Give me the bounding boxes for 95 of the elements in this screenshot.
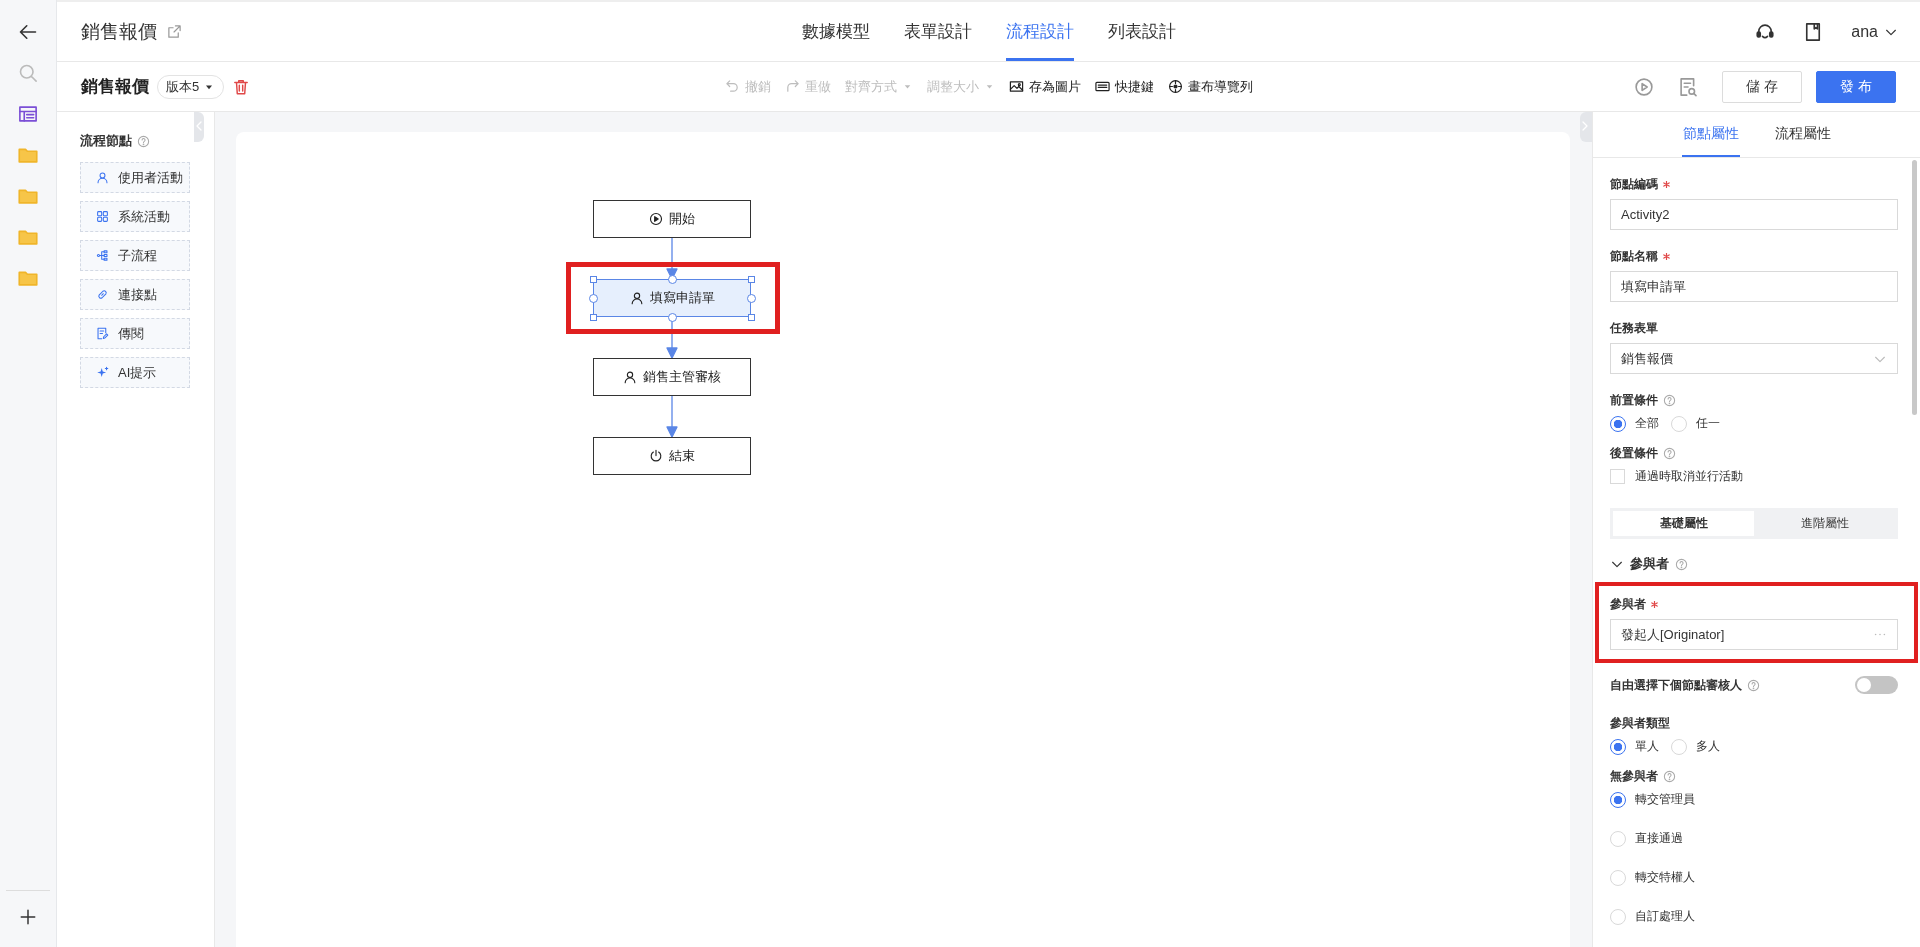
app-title: 銷售報價 <box>81 19 157 44</box>
user-name: ana <box>1851 22 1878 41</box>
flow-node[interactable]: 開始 <box>593 200 751 238</box>
picker-field[interactable]: 發起人[Originator] <box>1610 619 1898 650</box>
radio-option[interactable]: 直接通過 <box>1610 830 1898 847</box>
palette-item[interactable]: 系統活動 <box>80 201 190 232</box>
select-field[interactable]: 銷售報價 <box>1610 343 1898 374</box>
help-icon[interactable] <box>1663 393 1676 407</box>
form-title: 銷售報價 <box>81 76 149 98</box>
panel-tab[interactable]: 節點屬性 <box>1681 112 1740 157</box>
toolbar-action[interactable]: 畫布導覽列 <box>1167 77 1253 96</box>
section-title: 流程節點 <box>80 132 132 150</box>
field-label: 後置條件 <box>1610 444 1658 462</box>
flow-node[interactable]: 填寫申請單 <box>593 279 751 317</box>
palette-item[interactable]: 子流程 <box>80 240 190 271</box>
collapse-handle[interactable] <box>194 112 204 142</box>
toolbar-action[interactable]: 快捷鍵 <box>1094 77 1154 96</box>
text-field[interactable]: 填寫申請單 <box>1610 271 1898 302</box>
field-label: 參與者類型 <box>1610 714 1670 732</box>
help-icon[interactable] <box>1663 769 1676 783</box>
table-icon[interactable] <box>18 104 38 124</box>
checkbox[interactable] <box>1610 469 1625 484</box>
flow-node[interactable]: 銷售主管審核 <box>593 358 751 396</box>
palette-item[interactable]: 連接點 <box>80 279 190 310</box>
nav-tab[interactable]: 數據模型 <box>801 2 870 61</box>
collapse-handle[interactable] <box>1580 112 1592 142</box>
flow-node[interactable]: 結束 <box>593 437 751 475</box>
segment-tab[interactable]: 進階屬性 <box>1754 511 1895 536</box>
toolbar-action[interactable]: 存為圖片 <box>1008 77 1081 96</box>
run-icon[interactable] <box>1634 76 1654 97</box>
add-icon[interactable] <box>19 908 37 926</box>
compass-icon <box>1167 79 1183 94</box>
text-field[interactable]: Activity2 <box>1610 199 1898 230</box>
radio-option[interactable]: 單人 <box>1610 738 1659 755</box>
radio-button[interactable] <box>1610 738 1626 755</box>
nav-tab[interactable]: 列表設計 <box>1107 2 1176 61</box>
segmented-control[interactable]: 基礎屬性 進階屬性 <box>1610 508 1898 539</box>
radio-option[interactable]: 轉交管理員 <box>1610 791 1898 808</box>
connector-arrow <box>666 396 678 437</box>
help-icon[interactable] <box>1747 678 1760 692</box>
nav-tab[interactable]: 表單設計 <box>903 2 972 61</box>
palette-item[interactable]: AI提示 <box>80 357 190 388</box>
user-icon <box>623 370 637 384</box>
resize-handle[interactable] <box>589 313 597 321</box>
toggle-switch[interactable] <box>1855 676 1898 694</box>
radio-button[interactable] <box>1610 415 1626 432</box>
radio-option[interactable]: 多人 <box>1671 738 1720 755</box>
image-icon <box>1008 79 1024 94</box>
palette-item[interactable]: 使用者活動 <box>80 162 190 193</box>
resize-handle[interactable] <box>747 313 755 321</box>
preview-icon[interactable] <box>1678 76 1698 97</box>
panel-tab[interactable]: 流程屬性 <box>1773 112 1832 157</box>
radio-option[interactable]: 任一 <box>1671 415 1720 432</box>
resize-handle[interactable] <box>589 275 597 283</box>
help-icon[interactable] <box>1663 446 1676 460</box>
scrollbar[interactable] <box>1912 160 1917 415</box>
radio-button[interactable] <box>1610 791 1626 808</box>
link-icon <box>96 288 109 301</box>
radio-option[interactable]: 自訂處理人 <box>1610 908 1898 925</box>
field-label: 參與者 <box>1610 595 1646 613</box>
resize-handle[interactable] <box>747 275 755 283</box>
user-icon <box>96 171 109 184</box>
keyboard-icon <box>1094 79 1110 94</box>
publish-button[interactable]: 發 布 <box>1816 70 1896 103</box>
resize-handle[interactable] <box>667 274 677 284</box>
field-label: 節點編碼 <box>1610 175 1658 193</box>
field-label: 自由選擇下個節點審核人 <box>1610 676 1742 694</box>
field-label: 任務表單 <box>1610 319 1658 337</box>
field-label: 無參與者 <box>1610 767 1658 785</box>
palette-item[interactable]: 傳閱 <box>80 318 190 349</box>
resize-handle[interactable] <box>667 312 677 322</box>
power-icon <box>649 449 663 463</box>
radio-option[interactable]: 全部 <box>1610 415 1659 432</box>
user-menu[interactable]: ana <box>1851 22 1898 41</box>
delete-icon[interactable] <box>232 77 251 96</box>
external-link-icon[interactable] <box>167 24 182 39</box>
checkbox-option[interactable]: 通過時取消並行活動 <box>1610 468 1898 485</box>
back-icon[interactable] <box>18 22 38 42</box>
hierarchy-icon <box>96 249 109 262</box>
help-icon[interactable] <box>137 134 150 148</box>
search-icon[interactable] <box>18 63 38 83</box>
start-icon <box>649 212 663 226</box>
help-icon[interactable] <box>1675 557 1688 571</box>
field-label: 節點名稱 <box>1610 247 1658 265</box>
document-icon <box>96 327 109 340</box>
redo-icon <box>784 79 800 94</box>
undo-icon <box>724 79 740 94</box>
save-button[interactable]: 儲 存 <box>1722 70 1802 103</box>
sparkle-icon <box>96 366 109 379</box>
segment-tab[interactable]: 基礎屬性 <box>1613 511 1754 536</box>
radio-option[interactable]: 轉交特權人 <box>1610 869 1898 886</box>
user-icon <box>629 291 644 305</box>
grid-icon <box>96 210 109 223</box>
section-title: 參與者 <box>1630 555 1669 573</box>
field-label: 前置條件 <box>1610 391 1658 409</box>
